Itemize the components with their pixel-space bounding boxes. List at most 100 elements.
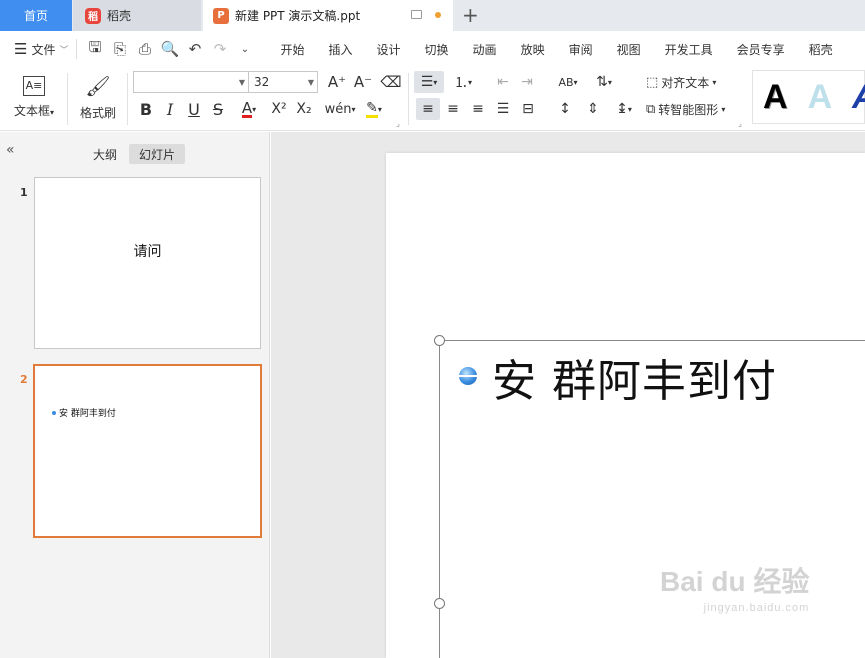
line-spacing-menu-button[interactable]: ↨ ▾ bbox=[610, 98, 638, 120]
tab-start[interactable]: 开始 bbox=[268, 41, 316, 58]
superscript-button[interactable]: X² bbox=[268, 98, 290, 120]
collapse-panel-icon[interactable]: « bbox=[6, 142, 15, 158]
divider bbox=[67, 73, 68, 125]
tab-slideshow[interactable]: 放映 bbox=[509, 41, 557, 58]
bullet-list-button[interactable]: ☰ ▾ bbox=[414, 71, 444, 93]
font-color-button[interactable]: A ▾ bbox=[234, 98, 264, 120]
bold-button[interactable]: B bbox=[136, 98, 156, 120]
font-family-select[interactable]: ▼ bbox=[133, 71, 249, 93]
watermark-brand: Bai du 经验 bbox=[660, 566, 810, 597]
align-center-button[interactable]: ≡ bbox=[442, 98, 464, 120]
resize-handle-top-left[interactable] bbox=[433, 334, 445, 346]
tab-docer-menu[interactable]: 稻壳 bbox=[797, 41, 845, 58]
decrease-font-icon[interactable]: A⁻ bbox=[352, 71, 374, 93]
tab-docer-label: 稻壳 bbox=[107, 9, 132, 23]
textbox-label: 文本框 bbox=[13, 103, 50, 118]
tab-design[interactable]: 设计 bbox=[365, 41, 413, 58]
file-menu-button[interactable]: ☰ 文件 ﹀ bbox=[0, 40, 76, 58]
numbered-list-button[interactable]: ⒈ ▾ bbox=[448, 71, 478, 93]
chevron-down-icon: ▼ bbox=[307, 78, 314, 87]
format-painter-button[interactable]: 🖌 格式刷 bbox=[74, 71, 122, 123]
wordart-sample-blue[interactable]: A bbox=[852, 78, 865, 117]
slide-thumbnail-title: 请问 bbox=[133, 244, 162, 260]
increase-font-icon[interactable]: A⁺ bbox=[326, 71, 348, 93]
save-icon[interactable]: 🖫 bbox=[85, 37, 104, 62]
ppt-file-icon: P bbox=[213, 7, 229, 24]
format-painter-label: 格式刷 bbox=[79, 105, 116, 120]
font-size-select[interactable]: 32 ▼ bbox=[248, 71, 318, 93]
justify-button[interactable]: ☰ bbox=[492, 98, 514, 120]
decrease-indent-button[interactable]: ⇤ bbox=[492, 71, 514, 93]
align-text-button[interactable]: ⬚ 对齐文本 ▾ bbox=[646, 71, 730, 93]
highlight-button[interactable]: ✎ ▾ bbox=[360, 98, 388, 120]
phonetic-guide-button[interactable]: wén ▾ bbox=[325, 98, 356, 120]
line-spacing-button[interactable]: ↕ bbox=[554, 98, 576, 120]
ribbon-toolbar: A≡ 文本框▾ 🖌 格式刷 ▼ 32 ▼ A⁺ A⁻ ⌫ B I U S A ▾ … bbox=[0, 67, 865, 131]
smartart-label: 转智能图形 bbox=[658, 102, 719, 117]
monitor-icon[interactable] bbox=[411, 10, 422, 19]
print-icon[interactable]: ⎙ bbox=[135, 40, 154, 58]
tab-animation[interactable]: 动画 bbox=[461, 41, 509, 58]
divider bbox=[408, 73, 409, 125]
distribute-button[interactable]: ⊟ bbox=[517, 98, 539, 120]
tab-outline[interactable]: 大纲 bbox=[86, 144, 124, 164]
quick-access-toolbar: 🖫 ⎘ ⎙ 🔍 ↶ ↷ ⌄ bbox=[76, 37, 262, 62]
underline-button[interactable]: U bbox=[184, 98, 204, 120]
chevron-down-icon: ▼ bbox=[238, 78, 245, 87]
export-icon[interactable]: ⎘ bbox=[110, 40, 129, 58]
textbox-button[interactable]: A≡ 文本框▾ bbox=[8, 71, 60, 123]
slide-thumbnail-2[interactable]: 安 群阿丰到付 bbox=[33, 364, 262, 538]
wordart-gallery[interactable]: A A A bbox=[752, 70, 865, 124]
italic-button[interactable]: I bbox=[160, 98, 180, 120]
tab-home[interactable]: 首页 bbox=[0, 0, 72, 31]
file-menu-label: 文件 bbox=[31, 42, 56, 57]
divider bbox=[127, 73, 128, 125]
increase-indent-button[interactable]: ⇥ bbox=[516, 71, 538, 93]
more-icon[interactable]: ⌄ bbox=[235, 44, 254, 55]
undo-icon[interactable]: ↶ bbox=[185, 40, 204, 58]
slide-thumbnail-text: 安 群阿丰到付 bbox=[59, 409, 116, 419]
paragraph-dialog-launcher-icon[interactable]: ⌟ bbox=[736, 119, 744, 128]
smartart-button[interactable]: ⧉ 转智能图形 ▾ bbox=[646, 98, 740, 120]
ribbon-tabs: 开始 插入 设计 切换 动画 放映 审阅 视图 开发工具 会员专享 稻壳 bbox=[268, 41, 844, 58]
print-preview-icon[interactable]: 🔍 bbox=[160, 40, 180, 58]
redo-icon[interactable]: ↷ bbox=[210, 40, 229, 58]
align-text-label: 对齐文本 bbox=[661, 75, 710, 90]
resize-handle-middle-left[interactable] bbox=[433, 597, 445, 609]
tab-view[interactable]: 视图 bbox=[605, 41, 653, 58]
wordart-sample-black[interactable]: A bbox=[763, 78, 788, 117]
tab-document[interactable]: P 新建 PPT 演示文稿.ppt bbox=[203, 0, 453, 31]
watermark-url: jingyan.baidu.com bbox=[703, 602, 810, 614]
text-direction-button[interactable]: AB ▾ bbox=[554, 71, 582, 93]
smartart-icon: ⧉ bbox=[646, 101, 656, 117]
tab-review[interactable]: 审阅 bbox=[557, 41, 605, 58]
strikethrough-button[interactable]: S bbox=[208, 98, 228, 120]
font-color-icon: A bbox=[241, 98, 253, 118]
font-dialog-launcher-icon[interactable]: ⌟ bbox=[394, 119, 402, 128]
sort-button[interactable]: ⇅ ▾ bbox=[590, 71, 618, 93]
add-tab-button[interactable]: + bbox=[462, 4, 479, 26]
slide-body-text[interactable]: 安 群阿丰到付 bbox=[492, 345, 777, 409]
tab-document-title: 新建 PPT 演示文稿.ppt bbox=[235, 9, 361, 23]
brush-icon: 🖌 bbox=[85, 73, 111, 98]
slides-panel: « 大纲 幻灯片 1 请问 2 安 群阿丰到付 bbox=[0, 132, 270, 658]
wordart-sample-lightblue[interactable]: A bbox=[808, 78, 833, 117]
slide-number: 2 bbox=[20, 373, 28, 386]
tab-insert[interactable]: 插入 bbox=[317, 41, 365, 58]
tab-transition[interactable]: 切换 bbox=[413, 41, 461, 58]
textbox-icon: A≡ bbox=[23, 75, 45, 96]
align-right-button[interactable]: ≡ bbox=[467, 98, 489, 120]
tab-outline-label: 大纲 bbox=[92, 147, 117, 162]
tab-bar: 首页 稻 稻壳 P 新建 PPT 演示文稿.ppt + bbox=[0, 0, 865, 31]
hamburger-icon: ☰ bbox=[14, 40, 28, 58]
tab-slides[interactable]: 幻灯片 bbox=[129, 144, 185, 164]
tab-docer[interactable]: 稻 稻壳 bbox=[73, 0, 201, 31]
clear-format-icon[interactable]: ⌫ bbox=[380, 71, 402, 93]
align-left-button[interactable]: ≡ bbox=[416, 98, 440, 120]
subscript-button[interactable]: X₂ bbox=[293, 98, 315, 120]
tab-member[interactable]: 会员专享 bbox=[725, 41, 797, 58]
tab-developer[interactable]: 开发工具 bbox=[653, 41, 725, 58]
paragraph-spacing-button[interactable]: ⇕ bbox=[582, 98, 604, 120]
slide-thumbnail-1[interactable]: 请问 bbox=[34, 177, 261, 349]
chevron-down-icon: ﹀ bbox=[59, 45, 69, 56]
